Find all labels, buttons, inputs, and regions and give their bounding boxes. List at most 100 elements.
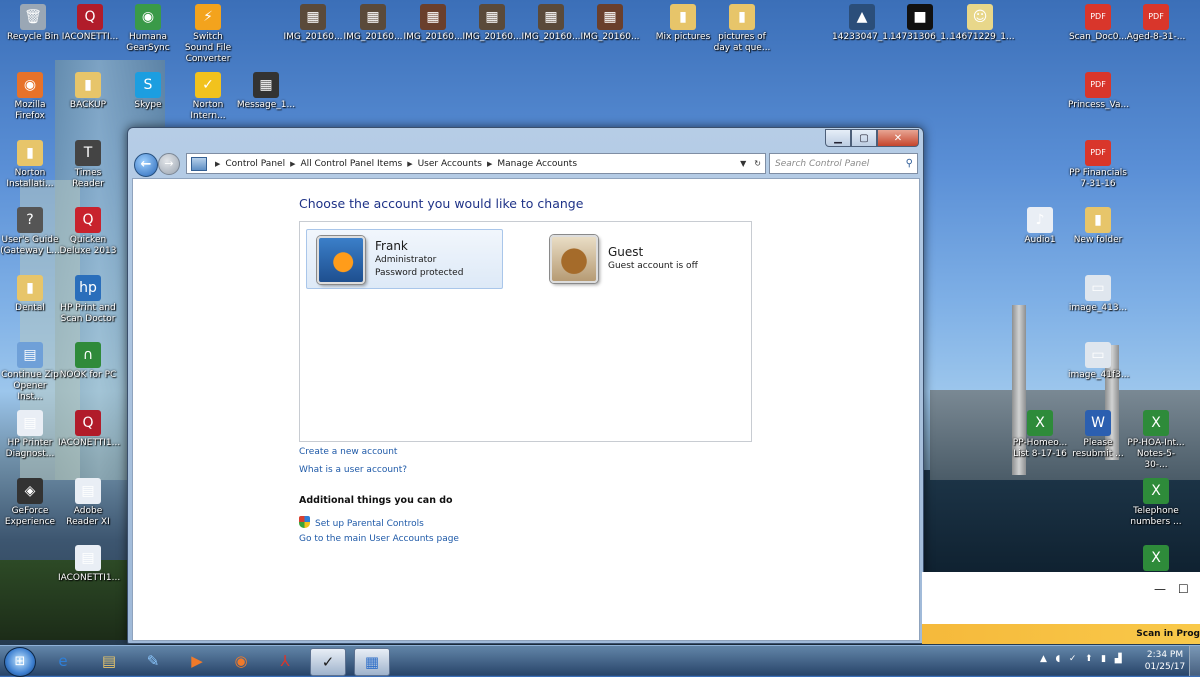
desktop-icon-label: BACKUP: [69, 100, 107, 110]
adobe-reader-icon[interactable]: ⅄: [268, 648, 302, 674]
desktop-icon-right_col[interactable]: X PP-Homeo... List 8-17-16: [1010, 410, 1070, 460]
desktop-icon-left_col[interactable]: ◉ Mozilla Firefox: [0, 72, 60, 122]
firefox-icon[interactable]: ◉: [224, 648, 258, 674]
desktop-icon-right_col[interactable]: ▭ image_41f3...: [1068, 342, 1129, 381]
desktop-icon-left_col[interactable]: ▮ Dental: [0, 275, 60, 314]
account-status: Password protected: [375, 267, 464, 278]
desktop-icon-top_row[interactable]: ▦ IMG_20160...: [283, 4, 343, 43]
desktop-icon-top_row[interactable]: PDF Aged-8-31-...: [1126, 4, 1186, 43]
forward-button[interactable]: →: [158, 153, 180, 175]
desktop-icon-right_col[interactable]: ♪ Audio1: [1010, 207, 1070, 246]
desktop-icon-left_col[interactable]: ✓ Norton Intern...: [178, 72, 238, 122]
maximize-button[interactable]: ▢: [851, 129, 877, 147]
desktop-icon-left_col[interactable]: ∩ NOOK for PC: [58, 342, 118, 381]
desktop-icon-top_row[interactable]: ▦ IMG_20160...: [580, 4, 640, 43]
desktop-icon-left_col[interactable]: ▤ HP Printer Diagnost...: [0, 410, 60, 460]
scan-progress-label: Scan in Prog: [1136, 629, 1200, 639]
desktop-icon-left_col[interactable]: S Skype: [118, 72, 178, 111]
search-icon[interactable]: ⚲: [906, 158, 917, 169]
desktop-icon-label: IMG_20160...: [283, 32, 343, 42]
desktop-icon-left_col[interactable]: T Times Reader: [58, 140, 118, 190]
desktop-icon-top_row[interactable]: ▲ 14233047_1...: [832, 4, 897, 43]
desktop-icon-label: Please resubmit ...: [1072, 438, 1124, 459]
desktop-icon-right_col[interactable]: X PP-HOA-Int... Notes-5-30-...: [1126, 410, 1186, 471]
breadcrumb-all-items[interactable]: All Control Panel Items: [300, 159, 402, 169]
desktop-icon-top_row[interactable]: PDF Scan_Doc0...: [1068, 4, 1128, 43]
signal-icon[interactable]: ▟: [1115, 654, 1122, 664]
internet-explorer-icon[interactable]: e: [46, 648, 80, 674]
breadcrumb-control-panel[interactable]: Control Panel: [225, 159, 285, 169]
desktop-icon-top_row[interactable]: 🗑 Recycle Bin: [3, 4, 63, 43]
desktop-icon-right_col[interactable]: PDF Princess_Va...: [1068, 72, 1129, 111]
desktop-icon-right_col[interactable]: X Telephone numbers ...: [1126, 478, 1186, 528]
excel-icon: X: [1143, 410, 1169, 436]
excel-icon: X: [1143, 478, 1169, 504]
close-button[interactable]: ✕: [877, 129, 919, 147]
file-explorer-icon[interactable]: ▤: [92, 648, 126, 674]
pdf-icon: PDF: [1085, 140, 1111, 166]
desktop-icon-left_col[interactable]: ▮ Norton Installati...: [0, 140, 60, 190]
desktop-icon-left_col[interactable]: ▤ IACONETTI1...: [58, 545, 120, 584]
account-tile-guest[interactable]: Guest Guest account is off: [540, 229, 735, 287]
address-bar[interactable]: ▶ Control Panel ▶ All Control Panel Item…: [186, 153, 766, 174]
desktop-icon-left_col[interactable]: ▦ Message_1...: [236, 72, 296, 111]
desktop-icon-top_row[interactable]: ▮ Mix pictures: [653, 4, 713, 43]
start-button[interactable]: ⊞: [4, 647, 36, 677]
desktop-icon-left_col[interactable]: Q IACONETTI1...: [58, 410, 120, 449]
desktop-icon-label: IMG_20160...: [462, 32, 522, 42]
settings-app-icon[interactable]: ✎: [136, 648, 170, 674]
desktop-icon-top_row[interactable]: ☺ 14671229_1...: [950, 4, 1015, 43]
search-box[interactable]: Search Control Panel ⚲: [769, 153, 918, 174]
control-panel-task-icon[interactable]: ▦: [354, 648, 390, 676]
breadcrumb-user-accounts[interactable]: User Accounts: [418, 159, 482, 169]
desktop-icon-left_col[interactable]: ◈ GeForce Experience: [0, 478, 60, 528]
desktop-icon-right_col[interactable]: PDF PP Financials 7-31-16: [1068, 140, 1128, 190]
maximize-icon[interactable]: ☐: [1178, 582, 1189, 596]
desktop-icon-right_col[interactable]: ▭ image_413...: [1068, 275, 1128, 314]
desktop-icon-top_row[interactable]: ⚡ Switch Sound File Converter: [178, 4, 238, 65]
quicken-doc-icon: Q: [75, 410, 101, 436]
desktop-icon-top_row[interactable]: ▦ IMG_20160...: [521, 4, 581, 43]
desktop-icon-top_row[interactable]: ◉ Humana GearSync: [118, 4, 178, 54]
desktop-icon-right_col[interactable]: ▮ New folder: [1068, 207, 1128, 246]
show-desktop-button[interactable]: [1189, 646, 1200, 676]
refresh-icon[interactable]: ↻: [750, 159, 765, 168]
minimize-button[interactable]: ▁: [825, 129, 851, 147]
desktop-icon-left_col[interactable]: Q Quicken Deluxe 2013: [58, 207, 118, 257]
desktop-icon-left_col[interactable]: ▮ BACKUP: [58, 72, 118, 111]
main-user-accounts-link[interactable]: Go to the main User Accounts page: [299, 534, 459, 544]
desktop-icon-left_col[interactable]: hp HP Print and Scan Doctor: [58, 275, 118, 325]
desktop-icon-top_row[interactable]: ▦ IMG_20160...: [462, 4, 522, 43]
desktop-icon-top_row[interactable]: ▦ IMG_20160...: [343, 4, 403, 43]
account-tile-frank[interactable]: Frank Administrator Password protected: [306, 229, 503, 289]
show-hidden-icons-icon[interactable]: ▲: [1040, 654, 1047, 664]
what-is-account-link[interactable]: What is a user account?: [299, 465, 407, 475]
clock[interactable]: 2:34 PM 01/25/17: [1140, 649, 1190, 673]
background-window[interactable]: — ☐: [922, 572, 1200, 624]
create-account-link[interactable]: Create a new account: [299, 447, 397, 457]
image-icon: ▦: [360, 4, 386, 30]
breadcrumb-manage-accounts[interactable]: Manage Accounts: [497, 159, 577, 169]
back-button[interactable]: ←: [134, 153, 158, 177]
desktop-icon-right_col[interactable]: W Please resubmit ...: [1068, 410, 1128, 460]
desktop-icon-left_col[interactable]: ▤ Adobe Reader XI: [58, 478, 118, 528]
parental-controls-link[interactable]: Set up Parental Controls: [299, 516, 424, 529]
control-panel-window[interactable]: ▁ ▢ ✕ ← → ▶ Control Panel ▶ All Control …: [127, 127, 924, 644]
times-reader-icon: T: [75, 140, 101, 166]
desktop-icon-right_col[interactable]: X: [1126, 545, 1186, 573]
desktop-icon-top_row[interactable]: ■ 14731306_1...: [890, 4, 955, 43]
norton-icon[interactable]: ✓: [310, 648, 346, 676]
desktop-icon-top_row[interactable]: ▦ IMG_20160...: [403, 4, 463, 43]
minimize-icon[interactable]: —: [1154, 582, 1166, 596]
update-icon[interactable]: ✓: [1069, 654, 1077, 664]
address-dropdown-icon[interactable]: ▼: [736, 159, 750, 168]
network-icon[interactable]: ⬆: [1085, 654, 1093, 664]
power-icon[interactable]: ▮: [1101, 654, 1106, 664]
desktop-icon-top_row[interactable]: ▮ pictures of day at que...: [712, 4, 772, 54]
media-player-icon[interactable]: ▶: [180, 648, 214, 674]
desktop-icon-label: New folder: [1073, 235, 1123, 245]
desktop-icon-left_col[interactable]: ? User's Guide (Gateway L...: [0, 207, 60, 257]
desktop-icon-left_col[interactable]: ▤ Continue Zip Opener Inst...: [0, 342, 60, 403]
volume-icon[interactable]: ◖: [1056, 654, 1061, 664]
desktop-icon-top_row[interactable]: Q IACONETTI...: [60, 4, 120, 43]
